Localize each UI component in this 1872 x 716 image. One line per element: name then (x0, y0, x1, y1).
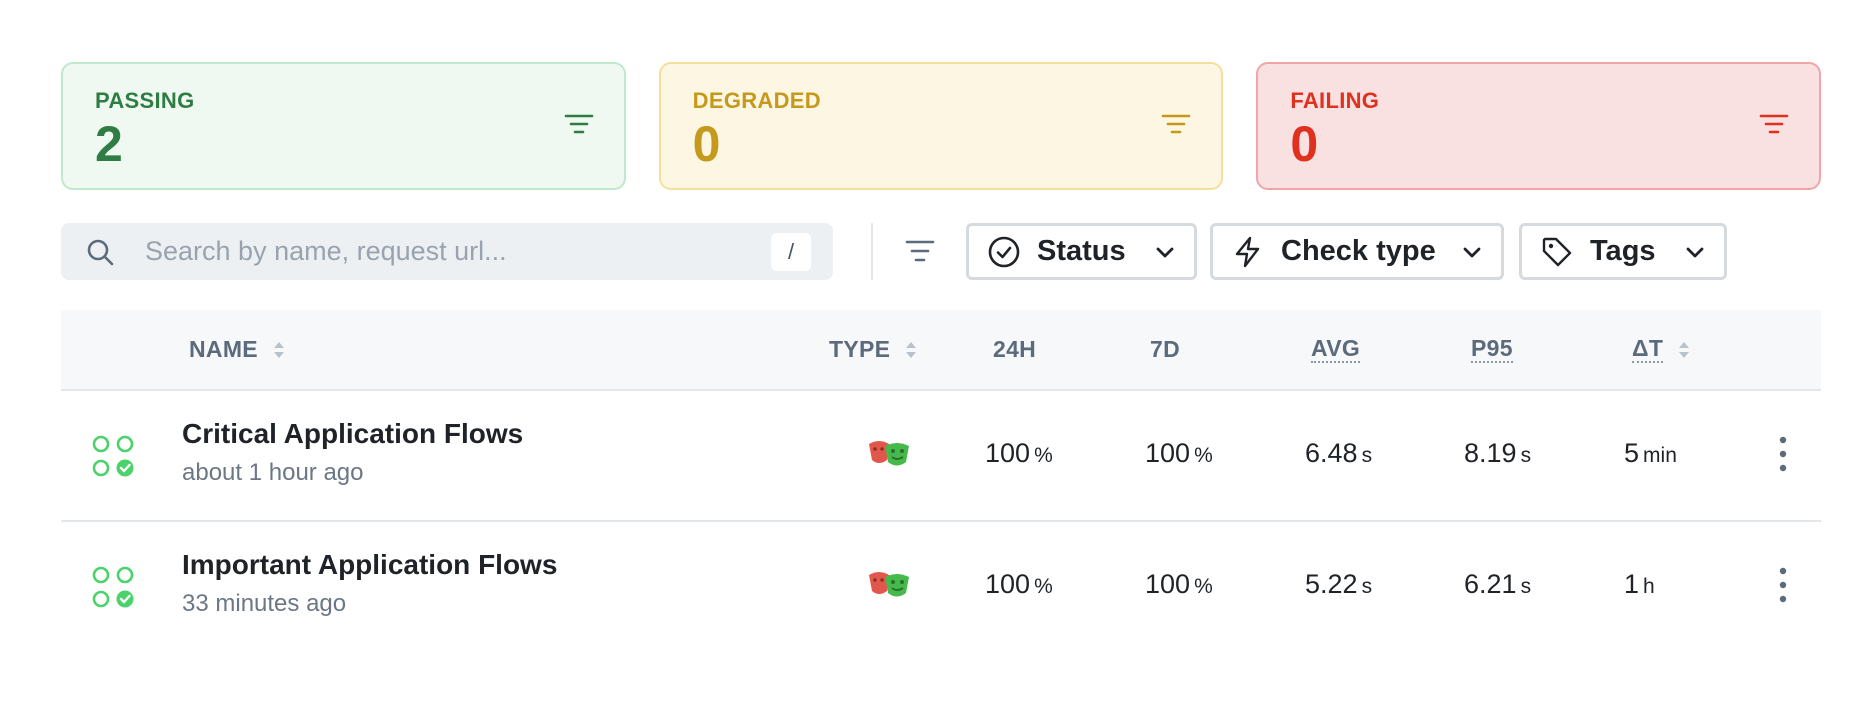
avg-response: 6.48 s (1305, 438, 1373, 468)
check-name[interactable]: Important Application Flows (182, 549, 557, 581)
playwright-icon (869, 572, 909, 597)
degraded-label: DEGRADED (692, 88, 821, 113)
sort-icon[interactable] (272, 340, 286, 360)
check-interval: 1h (1624, 569, 1655, 599)
search-shortcut-key: / (771, 233, 811, 271)
uptime-7d: 100% (1145, 569, 1213, 599)
column-header-delta-t[interactable]: ΔT (1632, 310, 1691, 389)
column-header-type-label: TYPE (829, 336, 891, 362)
column-header-name-label: NAME (189, 336, 258, 362)
uptime-24h: 100% (985, 438, 1053, 468)
uptime-24h: 100% (985, 569, 1053, 599)
chevron-down-icon (1156, 247, 1174, 257)
table-header: NAME TYPE 24H 7D AVG P95 ΔT (61, 310, 1821, 391)
column-header-avg[interactable]: AVG (1311, 310, 1361, 389)
check-name[interactable]: Critical Application Flows (182, 418, 523, 450)
filter-icon[interactable] (901, 233, 939, 269)
check-last-run: about 1 hour ago (182, 459, 364, 486)
filter-icon[interactable] (1759, 112, 1789, 136)
tags-dropdown-label: Tags (1590, 235, 1656, 267)
chevron-down-icon (1686, 247, 1704, 257)
check-type-dropdown[interactable]: Check type (1210, 223, 1504, 280)
column-header-delta-t-label: ΔT (1632, 335, 1664, 364)
column-header-7d-label: 7D (1150, 336, 1181, 362)
passing-card[interactable]: PASSING 2 (61, 62, 626, 190)
filter-icon[interactable] (564, 112, 594, 136)
table-row[interactable]: Important Application Flows 33 minutes a… (61, 523, 1821, 653)
check-circle-icon (988, 236, 1020, 267)
column-header-p95[interactable]: P95 (1471, 310, 1513, 389)
status-dropdown[interactable]: Status (966, 223, 1197, 280)
tag-icon (1542, 237, 1572, 266)
p95-response: 6.21 s (1464, 569, 1532, 599)
check-type-dropdown-label: Check type (1281, 235, 1436, 267)
more-options-icon[interactable] (1775, 565, 1791, 605)
column-header-7d: 7D (1150, 310, 1180, 389)
avg-response: 5.22 s (1305, 569, 1373, 599)
chevron-down-icon (1463, 247, 1481, 257)
column-header-24h-label: 24H (993, 336, 1037, 362)
failing-card[interactable]: FAILING 0 (1256, 62, 1822, 190)
divider (871, 223, 873, 280)
column-header-name[interactable]: NAME (189, 310, 286, 389)
summary-cards: PASSING 2 DEGRADED 0 FAILING 0 (61, 62, 1822, 190)
degraded-count: 0 (692, 116, 721, 172)
column-header-p95-label: P95 (1471, 335, 1513, 364)
lightning-icon (1235, 236, 1260, 267)
tags-dropdown[interactable]: Tags (1519, 223, 1727, 280)
playwright-icon (869, 441, 909, 466)
search-icon (87, 239, 114, 266)
p95-response: 8.19 s (1464, 438, 1532, 468)
toolbar: / Status Check type Tags (61, 223, 1821, 281)
status-dots-icon (92, 435, 134, 477)
passing-label: PASSING (95, 88, 195, 113)
table-row[interactable]: Critical Application Flows about 1 hour … (61, 392, 1821, 522)
failing-label: FAILING (1290, 88, 1380, 113)
sort-icon[interactable] (1677, 340, 1691, 360)
more-options-icon[interactable] (1775, 434, 1791, 474)
uptime-7d: 100% (1145, 438, 1213, 468)
search-box[interactable]: / (61, 223, 833, 280)
column-header-24h: 24H (993, 310, 1036, 389)
column-header-avg-label: AVG (1311, 335, 1361, 364)
check-interval: 5 min (1624, 438, 1677, 468)
check-last-run: 33 minutes ago (182, 590, 347, 617)
search-input[interactable] (145, 223, 745, 280)
column-header-type[interactable]: TYPE (829, 310, 918, 389)
failing-count: 0 (1290, 116, 1319, 172)
status-dropdown-label: Status (1037, 235, 1126, 267)
sort-icon[interactable] (904, 340, 918, 360)
filter-icon[interactable] (1161, 112, 1191, 136)
status-dots-icon (92, 566, 134, 608)
passing-count: 2 (95, 116, 123, 172)
degraded-card[interactable]: DEGRADED 0 (658, 62, 1224, 190)
